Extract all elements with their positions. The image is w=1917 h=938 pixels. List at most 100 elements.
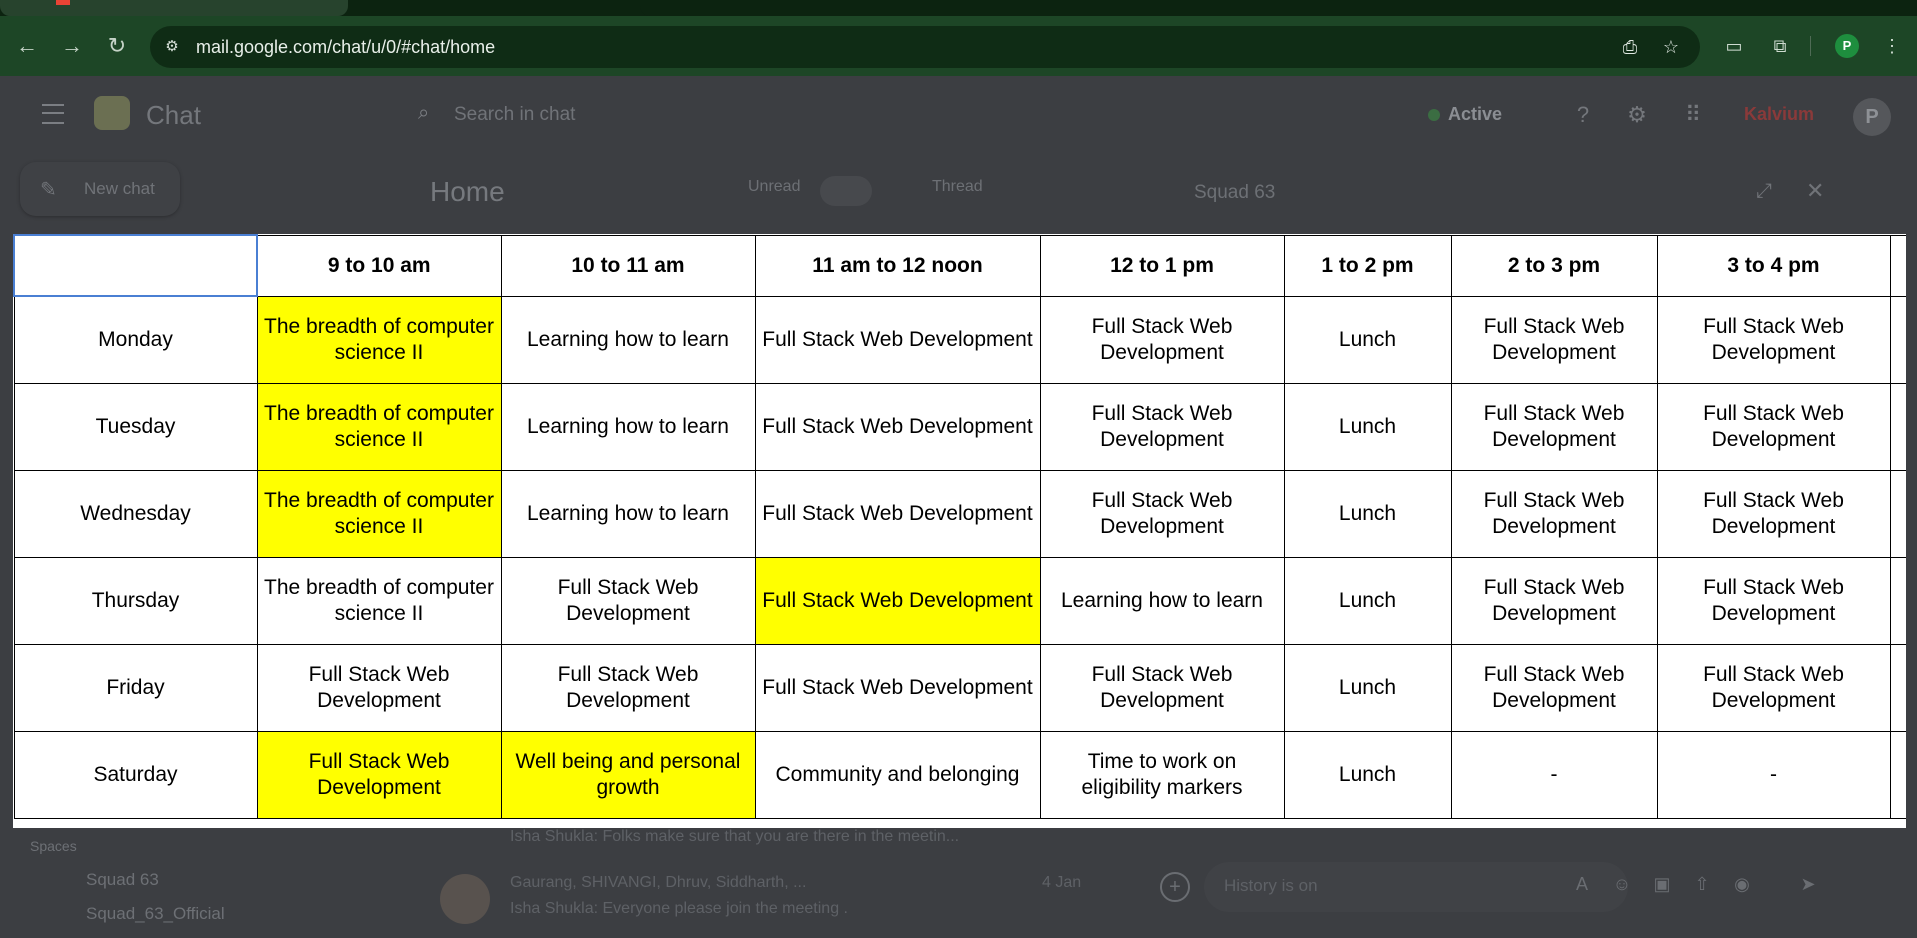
site-info-icon[interactable]: ⚙ <box>162 37 182 57</box>
schedule-cell: Well being and personal growth <box>500 731 756 819</box>
schedule-cell: Full Stack Web Development <box>1039 295 1285 384</box>
schedule-cell: Full Stack Web Development <box>754 383 1041 471</box>
apps-grid-icon[interactable]: ⠿ <box>1680 102 1706 128</box>
settings-gear-icon[interactable]: ⚙ <box>1624 102 1650 128</box>
time-header: 10 to 11 am <box>500 234 756 297</box>
day-label: Wednesday <box>13 470 258 558</box>
browser-toolbar: ← → ↻ ⚙ mail.google.com/chat/u/0/#chat/h… <box>0 16 1917 76</box>
active-tab[interactable] <box>0 0 348 16</box>
schedule-cell: Full Stack Web Development <box>500 644 756 732</box>
search-input[interactable]: Search in chat <box>454 104 575 126</box>
schedule-cell: Full Stack Web Development <box>1450 557 1658 645</box>
space-item[interactable]: Squad_63_Official <box>86 904 225 924</box>
cast-icon[interactable]: ▭ <box>1722 34 1746 58</box>
install-app-icon[interactable]: ⎙ <box>1619 36 1641 58</box>
day-label: Thursday <box>13 557 258 645</box>
schedule-cell: Full Stack Web Development <box>754 295 1041 384</box>
time-header: 1 to 2 pm <box>1283 234 1452 297</box>
tab-strip <box>0 0 1917 16</box>
search-icon[interactable]: ⌕ <box>418 102 440 124</box>
new-chat-button[interactable]: ✎ New chat <box>20 162 180 216</box>
back-icon[interactable]: ← <box>14 33 40 59</box>
schedule-cell: Full Stack Web Development <box>754 557 1041 645</box>
message-preview[interactable]: Isha Shukla: Folks make sure that you ar… <box>510 828 959 846</box>
reload-icon[interactable]: ↻ <box>104 33 130 59</box>
schedule-cell: Full Stack Web Development <box>256 644 502 732</box>
status-dot-icon <box>1428 109 1440 121</box>
corner-cell[interactable] <box>13 234 258 297</box>
schedule-cell: Full Stack Web Development <box>1039 383 1285 471</box>
schedule-cell: c <box>1889 731 1906 819</box>
tab-strip-right <box>640 0 1917 16</box>
schedule-cell: The breadth of computer science II <box>256 383 502 471</box>
more-menu-icon[interactable]: ⋮ <box>1880 34 1904 58</box>
unread-toggle[interactable] <box>820 176 872 206</box>
schedule-cell: The breadth of computer science II <box>256 470 502 558</box>
schedule-cell: Time to work on eligibility markers <box>1039 731 1285 819</box>
schedule-cell: Lunch <box>1283 557 1452 645</box>
gif-icon[interactable]: ▣ <box>1650 872 1674 896</box>
message-preview[interactable]: Isha Shukla: Everyone please join the me… <box>510 900 848 918</box>
schedule-cell: Full Stack Web Development <box>754 470 1041 558</box>
schedule-cell: Full Stack Web Development <box>500 557 756 645</box>
schedule-cell: Full Stack Web Development <box>754 644 1041 732</box>
schedule-cell: Community and belonging <box>754 731 1041 819</box>
schedule-cell: Full Stack Web Development <box>1656 557 1891 645</box>
schedule-cell: Full Stack Web Development <box>1656 295 1891 384</box>
emoji-icon[interactable]: ☺ <box>1610 872 1634 896</box>
schedule-cell: Learning how to learn <box>500 295 756 384</box>
thread-filter-button[interactable]: Thread <box>932 178 983 196</box>
expand-icon[interactable]: ⤢ <box>1756 180 1772 203</box>
close-icon[interactable]: ✕ <box>1806 178 1824 204</box>
schedule-cell <box>1889 295 1906 384</box>
schedule-cell <box>1889 557 1906 645</box>
day-label: Friday <box>13 644 258 732</box>
day-label: Monday <box>13 295 258 384</box>
new-chat-label: New chat <box>84 179 155 198</box>
space-item[interactable]: Squad 63 <box>86 870 159 890</box>
send-icon[interactable]: ➤ <box>1796 872 1820 896</box>
format-text-icon[interactable]: A <box>1570 872 1594 896</box>
address-bar[interactable]: ⚙ mail.google.com/chat/u/0/#chat/home ⎙ … <box>150 26 1700 68</box>
unread-filter-label: Unread <box>748 178 801 195</box>
forward-icon[interactable]: → <box>59 33 85 59</box>
timetable-image-viewer: 9 to 10 am 10 to 11 am 11 am to 12 noon … <box>13 234 1906 828</box>
message-date: 4 Jan <box>1042 874 1082 891</box>
org-brand-logo: Kalvium <box>1744 104 1815 124</box>
main-menu-icon[interactable] <box>42 104 64 124</box>
schedule-cell: Full Stack Web Development <box>1656 383 1891 471</box>
schedule-cell: Full Stack Web Development <box>1450 295 1658 384</box>
time-header: 3 to 4 pm <box>1656 234 1891 297</box>
status-selector[interactable]: Active <box>1448 104 1502 125</box>
day-label: Tuesday <box>13 383 258 471</box>
message-names[interactable]: Gaurang, SHIVANGI, Dhruv, Siddharth, ... <box>510 874 806 892</box>
table-row: Monday The breadth of computer science II… <box>13 295 1906 384</box>
schedule-cell: Learning how to learn <box>500 470 756 558</box>
table-row: Thursday The breadth of computer science … <box>13 557 1906 645</box>
schedule-cell <box>1889 644 1906 732</box>
schedule-cell: Full Stack Web Development <box>256 731 502 819</box>
add-attachment-icon[interactable]: + <box>1160 872 1190 902</box>
schedule-cell: Lunch <box>1283 470 1452 558</box>
bookmark-star-icon[interactable]: ☆ <box>1660 36 1682 58</box>
schedule-cell <box>1889 383 1906 471</box>
spaces-header[interactable]: Spaces <box>30 838 77 854</box>
compose-icon: ✎ <box>40 179 57 201</box>
help-icon[interactable]: ? <box>1570 102 1596 128</box>
compose-placeholder: History is on <box>1224 876 1318 895</box>
account-avatar[interactable]: P <box>1853 98 1891 136</box>
upload-icon[interactable]: ⇧ <box>1690 872 1714 896</box>
schedule-cell: Full Stack Web Development <box>1039 470 1285 558</box>
schedule-cell: The breadth of computer science II <box>256 295 502 384</box>
table-row: Saturday Full Stack Web Development Well b… <box>13 731 1906 819</box>
profile-avatar[interactable]: P <box>1835 34 1859 58</box>
schedule-cell: Lunch <box>1283 295 1452 384</box>
schedule-cell: Lunch <box>1283 644 1452 732</box>
schedule-cell <box>1889 470 1906 558</box>
schedule-cell: Lunch <box>1283 731 1452 819</box>
time-header <box>1889 234 1906 297</box>
message-compose-input[interactable]: History is on <box>1204 862 1628 912</box>
record-icon[interactable]: ◉ <box>1730 872 1754 896</box>
extensions-icon[interactable]: ⧉ <box>1768 34 1792 58</box>
url-text[interactable]: mail.google.com/chat/u/0/#chat/home <box>196 37 495 57</box>
